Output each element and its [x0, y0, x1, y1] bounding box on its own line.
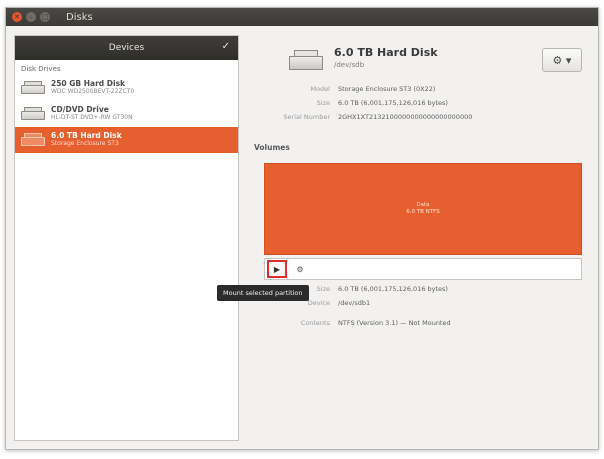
device-model: Storage Enclosure ST3	[51, 139, 119, 147]
devices-header-label: Devices	[108, 43, 145, 53]
minimize-icon: –	[29, 12, 33, 21]
hard-disk-icon	[289, 50, 323, 72]
devices-header[interactable]: Devices ✓	[15, 36, 238, 60]
info-label: Size	[316, 99, 330, 107]
info-label: Size	[316, 285, 330, 293]
disk-details-panel: 6.0 TB Hard Disk /dev/sdb ⚙ ▾ Model Stor…	[246, 35, 592, 441]
device-model: WDC WD2500BEVT-22ZCT0	[51, 87, 135, 95]
info-label: Device	[307, 299, 330, 307]
partition-block[interactable]: Data 6.0 TB NTFS	[264, 163, 582, 255]
optical-drive-icon	[21, 107, 45, 121]
device-item-6tb[interactable]: 6.0 TB Hard Disk Storage Enclosure ST3	[15, 127, 238, 153]
disks-window: ✕ – □ Disks Devices ✓ Disk Drives 250 GB…	[5, 7, 599, 450]
device-item-cd-dvd[interactable]: CD/DVD Drive HL-DT-ST DVD+-RW GT30N	[15, 101, 238, 127]
disk-info-row-serial: Serial Number 2GHX1XT2132100000000000000…	[246, 113, 592, 123]
partition-name: Data	[416, 201, 430, 208]
info-label: Model	[310, 85, 330, 93]
close-window-button[interactable]: ✕	[12, 12, 22, 22]
info-value: 6.0 TB (6,001,175,126,016 bytes)	[338, 99, 448, 107]
play-icon: ▶	[273, 264, 281, 274]
hard-disk-icon	[21, 133, 45, 147]
title-bar: ✕ – □ Disks	[6, 8, 598, 26]
info-label: Serial Number	[283, 113, 330, 121]
partition-settings-button[interactable]: ⚙	[291, 260, 309, 278]
gears-icon: ⚙	[296, 264, 304, 274]
disk-info-row-size: Size 6.0 TB (6,001,175,126,016 bytes)	[246, 99, 592, 109]
volume-info-row-contents: Contents NTFS (Version 3.1) — Not Mounte…	[246, 319, 592, 329]
disk-title: 6.0 TB Hard Disk	[334, 46, 438, 59]
device-sidebar: Devices ✓ Disk Drives 250 GB Hard Disk W…	[14, 35, 239, 441]
disk-menu-button[interactable]: ⚙ ▾	[542, 48, 582, 72]
section-label-disk-drives: Disk Drives	[21, 65, 61, 73]
maximize-window-button[interactable]: □	[40, 12, 50, 22]
minimize-window-button[interactable]: –	[26, 12, 36, 22]
info-value: 6.0 TB (6,001,175,126,016 bytes)	[338, 285, 448, 293]
device-item-250gb[interactable]: 250 GB Hard Disk WDC WD2500BEVT-22ZCT0	[15, 75, 238, 101]
info-value: /dev/sdb1	[338, 299, 371, 307]
volume-toolbar: ▶ ⚙	[264, 258, 582, 280]
volumes-heading: Volumes	[254, 143, 290, 152]
info-value: NTFS (Version 3.1) — Not Mounted	[338, 319, 451, 327]
window-title: Disks	[66, 11, 93, 23]
disk-device-path: /dev/sdb	[334, 61, 365, 69]
partition-size: 6.0 TB NTFS	[406, 209, 440, 215]
hard-disk-icon	[21, 81, 45, 95]
disk-info-row-model: Model Storage Enclosure ST3 (0X22)	[246, 85, 592, 95]
info-value: Storage Enclosure ST3 (0X22)	[338, 85, 436, 93]
checkmark-icon[interactable]: ✓	[222, 41, 230, 52]
close-icon: ✕	[14, 12, 20, 21]
maximize-icon: □	[41, 12, 49, 21]
info-value: 2GHX1XT2132100000000000000000000	[338, 113, 473, 121]
info-label: Contents	[300, 319, 330, 327]
gear-icon: ⚙ ▾	[552, 53, 572, 67]
mount-tooltip: Mount selected partition	[217, 285, 309, 301]
mount-partition-button[interactable]: ▶	[267, 260, 287, 278]
device-model: HL-DT-ST DVD+-RW GT30N	[51, 113, 133, 121]
